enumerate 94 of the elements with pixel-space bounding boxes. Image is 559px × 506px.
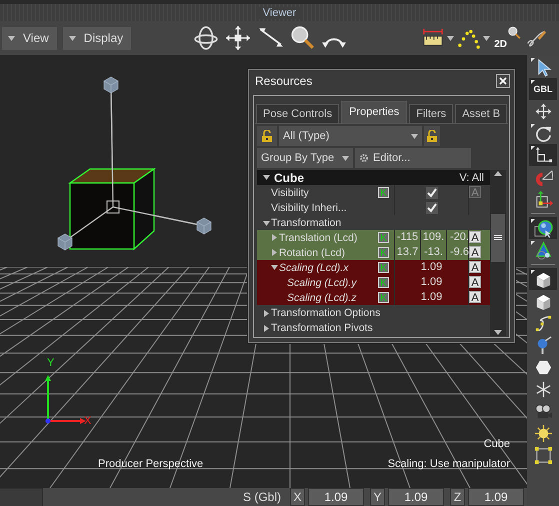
tool-button[interactable] [529, 268, 557, 290]
value-field[interactable]: 1.09 [308, 488, 364, 506]
value-field[interactable]: 1.09 [395, 260, 468, 275]
sphere-icon [534, 218, 552, 238]
property-label: Rotation (Lcd) [279, 246, 345, 258]
tool-button[interactable] [529, 144, 557, 166]
checkbox[interactable] [426, 186, 438, 198]
move-icon [534, 102, 552, 120]
camera-icon [534, 402, 552, 420]
panel-title: Resources [255, 74, 312, 88]
property-label: Translation (Lcd) [279, 232, 358, 244]
magnet-icon [534, 168, 552, 186]
axis-label: Y [370, 488, 385, 506]
orbit-icon[interactable] [193, 25, 220, 51]
lock-icon [261, 130, 273, 142]
gear-icon [359, 153, 369, 163]
property-label: Scaling (Lcd).z [287, 292, 356, 304]
tab[interactable]: Properties [341, 101, 408, 123]
value-field[interactable]: 13.7 [395, 245, 420, 260]
close-button[interactable] [496, 74, 510, 88]
curve-icon [534, 314, 552, 332]
lock-icon [426, 130, 438, 142]
sun-icon [534, 424, 552, 442]
animate-button[interactable]: A [469, 276, 481, 288]
value-field[interactable]: 1.09 [468, 488, 524, 506]
value-field[interactable]: -115 [395, 230, 420, 245]
animate-button[interactable]: A [469, 261, 481, 273]
dropdown-value: Group By Type [261, 152, 334, 164]
type-dropdown[interactable]: All (Type) [279, 126, 422, 146]
dotted-curve-icon[interactable] [458, 27, 480, 49]
tab[interactable]: Filters [409, 104, 454, 123]
animate-button[interactable]: A [469, 291, 481, 303]
pivot-icon [534, 190, 552, 208]
property-label: Scaling (Lcd).x [279, 262, 348, 274]
zoom-2d-button[interactable]: 2D [494, 26, 521, 50]
tool-button[interactable]: GBL [529, 78, 557, 100]
property-label: Transformation Pivots [271, 322, 373, 334]
property-row[interactable]: Scaling (Lcd).z K 1.09 A [257, 290, 490, 305]
move-icon[interactable] [225, 25, 252, 51]
property-row[interactable]: Scaling (Lcd).x K 1.09 A [257, 260, 490, 275]
object-name: Cube [274, 170, 305, 184]
editor-label: Editor... [373, 152, 410, 164]
transform-label: S (Gbl) [242, 490, 281, 504]
asterisk-icon [534, 380, 552, 398]
property-label: Scaling (Lcd).y [287, 276, 356, 288]
value-field[interactable]: 1.09 [395, 290, 468, 305]
property-label: Visibility Inheri... [271, 202, 347, 214]
axis-label: X [290, 488, 305, 506]
caret-icon [342, 156, 349, 160]
close-icon [499, 77, 507, 85]
axis-label: X [84, 415, 92, 427]
visibility-filter: V: All [459, 172, 484, 184]
lock-button[interactable] [424, 126, 440, 146]
scroll-up-icon [494, 171, 502, 176]
property-row[interactable]: Rotation (Lcd) K 13.7 -13. -9.6 A [257, 245, 490, 260]
zoom-icon[interactable] [289, 25, 316, 51]
object-header[interactable]: Cube V: All [257, 170, 490, 185]
tab[interactable]: Asset B [455, 104, 508, 123]
group-dropdown[interactable]: Group By Type [257, 148, 353, 168]
scale-icon [534, 146, 552, 164]
animate-button[interactable]: A [469, 246, 481, 258]
caret-icon [8, 36, 15, 40]
scrollbar[interactable] [490, 170, 506, 336]
dropdown-value: All (Type) [283, 130, 330, 142]
menu-button[interactable]: Display [62, 26, 132, 50]
cone-icon [534, 240, 552, 260]
editor-button[interactable]: Editor... [355, 148, 471, 168]
caret-icon [68, 36, 76, 40]
menu-button[interactable]: View [2, 26, 57, 50]
caret-icon [411, 134, 418, 138]
box-select-icon [534, 446, 552, 464]
tab[interactable]: Pose Controls [256, 104, 340, 123]
value-field[interactable]: 1.09 [388, 488, 444, 506]
magnifier-icon [507, 26, 521, 40]
status-label: Scaling: Use manipulator [388, 458, 510, 470]
property-label: Transformation [271, 217, 342, 230]
scroll-down-icon [494, 330, 502, 335]
selection-label: Cube [484, 438, 510, 450]
property-label: Transformation Options [271, 307, 380, 320]
lock-button[interactable] [257, 126, 277, 146]
camera-label: Producer Perspective [98, 458, 204, 470]
value-field[interactable]: 1.09 [395, 275, 468, 290]
property-row[interactable]: Translation (Lcd) K -115 109. -20. A [257, 230, 490, 245]
property-label: Visibility [271, 186, 309, 198]
tool-button[interactable] [529, 217, 557, 239]
property-row[interactable]: Scaling (Lcd).y K 1.09 A [257, 275, 490, 290]
checkbox[interactable] [426, 202, 438, 214]
axis-label: Z [450, 488, 465, 506]
axis-label: Y [47, 357, 54, 369]
ruler-icon[interactable] [422, 27, 444, 49]
grip-icon [494, 235, 502, 241]
animate-button[interactable]: A [469, 231, 481, 243]
window-title: Viewer [256, 6, 302, 18]
status-panel [0, 488, 43, 506]
